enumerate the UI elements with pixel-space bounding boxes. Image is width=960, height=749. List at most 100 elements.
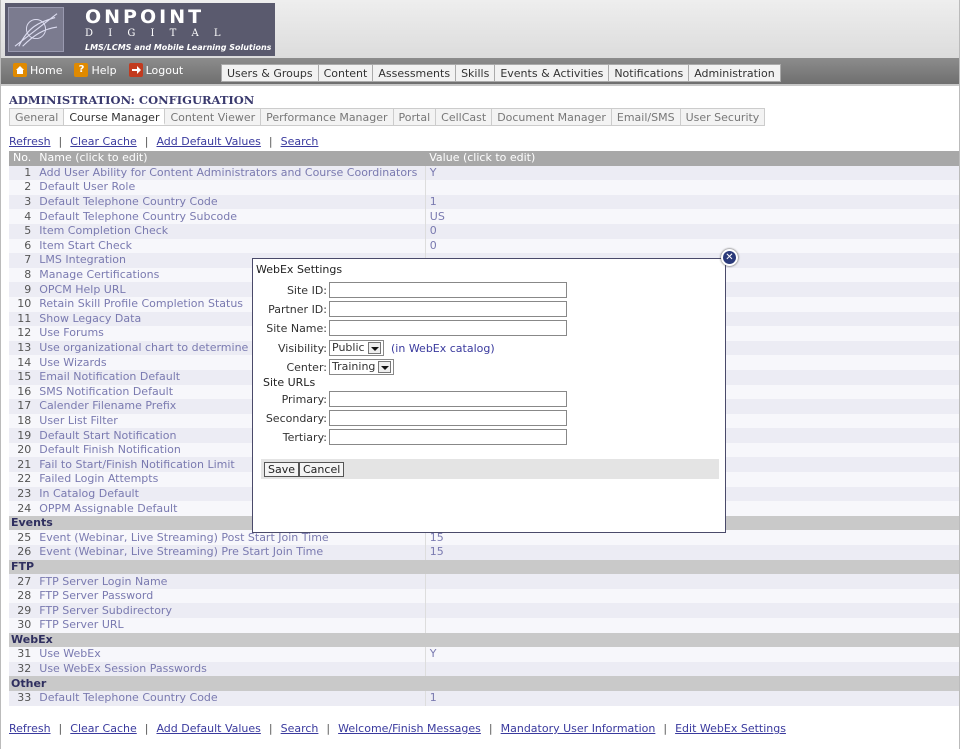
site-name-input[interactable] — [329, 320, 567, 336]
row-value-cell[interactable]: 0 — [425, 238, 959, 254]
nav-tab-content[interactable]: Content — [319, 65, 374, 81]
visibility-select[interactable]: Public — [329, 340, 384, 356]
header: ONPOINT D I G I T A L LMS/LCMS and Mobil… — [1, 0, 959, 58]
subtab-portal[interactable]: Portal — [394, 109, 437, 125]
row-name-cell[interactable]: FTP Server Subdirectory — [35, 603, 426, 618]
nav-tab-assessments[interactable]: Assessments — [373, 65, 457, 81]
nav-tab-notifications[interactable]: Notifications — [609, 65, 690, 81]
row-number: 10 — [9, 296, 36, 312]
mandatory-user-information-link[interactable]: Mandatory User Information — [501, 722, 656, 735]
row-name-cell[interactable]: FTP Server URL — [35, 618, 426, 633]
table-row: 32 Use WebEx Session Passwords — [9, 661, 959, 677]
header-name[interactable]: Name (click to edit) — [35, 151, 426, 166]
search-link[interactable]: Search — [281, 722, 319, 735]
row-value-cell[interactable]: US — [425, 209, 959, 224]
row-number: 13 — [9, 340, 36, 356]
row-value-cell[interactable] — [425, 574, 959, 589]
subtab-document-manager[interactable]: Document Manager — [492, 109, 612, 125]
tertiary-url-input[interactable] — [329, 429, 567, 445]
nav-tab-events-activities[interactable]: Events & Activities — [495, 65, 610, 81]
primary-url-input[interactable] — [329, 391, 567, 407]
row-number: 12 — [9, 326, 36, 341]
row-value-cell[interactable] — [425, 180, 959, 195]
row-name-cell[interactable]: Add User Ability for Content Administrat… — [35, 165, 426, 181]
row-value-cell[interactable] — [425, 661, 959, 677]
row-value-cell[interactable]: 15 — [425, 545, 959, 560]
row-number: 1 — [9, 165, 36, 181]
row-name-cell[interactable]: Default Telephone Country Code — [35, 690, 426, 706]
row-number: 19 — [9, 428, 36, 443]
site-urls-heading: Site URLs — [263, 376, 316, 389]
search-link[interactable]: Search — [281, 135, 319, 148]
row-name-cell[interactable]: Item Start Check — [35, 238, 426, 254]
row-value-cell[interactable]: 0 — [425, 223, 959, 239]
row-value-cell[interactable] — [425, 588, 959, 604]
add-default-values-link[interactable]: Add Default Values — [156, 135, 260, 148]
table-row: 28 FTP Server Password — [9, 588, 959, 604]
subtab-cellcast[interactable]: CellCast — [436, 109, 493, 125]
row-value-cell[interactable] — [425, 618, 959, 633]
row-name-cell[interactable]: FTP Server Login Name — [35, 574, 426, 589]
table-header-row: No. Name (click to edit) Value (click to… — [9, 151, 959, 166]
row-name-cell[interactable]: FTP Server Password — [35, 588, 426, 604]
center-select[interactable]: Training — [329, 359, 395, 375]
logout-link[interactable]: Logout — [125, 63, 188, 77]
help-link[interactable]: ? Help — [70, 63, 120, 77]
nav-tab-users-groups[interactable]: Users & Groups — [222, 65, 319, 81]
row-number: 9 — [9, 282, 36, 297]
logo-graphic — [14, 13, 58, 47]
row-number: 11 — [9, 311, 36, 327]
save-button[interactable]: Save — [264, 462, 300, 477]
config-subtabs: General Course Manager Content Viewer Pe… — [9, 108, 766, 126]
subtab-performance-manager[interactable]: Performance Manager — [261, 109, 394, 125]
chevron-down-icon[interactable] — [367, 342, 381, 354]
add-default-values-link[interactable]: Add Default Values — [156, 722, 260, 735]
subtab-email-sms[interactable]: Email/SMS — [612, 109, 681, 125]
row-value-cell[interactable]: 1 — [425, 690, 959, 706]
visibility-hint: (in WebEx catalog) — [391, 342, 495, 355]
row-name-cell[interactable]: Default Telephone Country Code — [35, 194, 426, 210]
row-value-cell[interactable]: Y — [425, 165, 959, 181]
row-name-cell[interactable]: Use WebEx Session Passwords — [35, 661, 426, 677]
close-icon[interactable]: ✕ — [721, 249, 738, 266]
subtab-content-viewer[interactable]: Content Viewer — [165, 109, 262, 125]
row-name-cell[interactable]: Default Telephone Country Subcode — [35, 209, 426, 224]
nav-tab-administration[interactable]: Administration — [689, 65, 780, 81]
row-name-cell[interactable]: Event (Webinar, Live Streaming) Pre Star… — [35, 545, 426, 560]
site-id-input[interactable] — [329, 282, 567, 298]
row-value-cell[interactable] — [425, 603, 959, 618]
cancel-button[interactable]: Cancel — [299, 462, 345, 477]
row-name-cell[interactable]: Use WebEx — [35, 647, 426, 662]
brand-tagline: LMS/LCMS and Mobile Learning Solutions — [85, 43, 272, 52]
row-number: 3 — [9, 194, 36, 210]
subtab-course-manager[interactable]: Course Manager — [64, 109, 166, 125]
row-name-cell[interactable]: Item Completion Check — [35, 223, 426, 239]
row-value-cell[interactable]: 1 — [425, 194, 959, 210]
welcome-finish-messages-link[interactable]: Welcome/Finish Messages — [338, 722, 481, 735]
row-number: 27 — [9, 574, 36, 589]
header-value[interactable]: Value (click to edit) — [425, 151, 959, 166]
clear-cache-link[interactable]: Clear Cache — [70, 135, 136, 148]
subtab-general[interactable]: General — [10, 109, 65, 125]
partner-id-row: Partner ID: — [253, 301, 727, 319]
subtab-user-security[interactable]: User Security — [681, 109, 765, 125]
partner-id-input[interactable] — [329, 301, 567, 317]
edit-webex-settings-link[interactable]: Edit WebEx Settings — [675, 722, 786, 735]
bottom-action-links: Refresh | Clear Cache | Add Default Values… — [9, 722, 786, 735]
home-link[interactable]: Home — [9, 63, 66, 77]
section-header-row: WebEx — [9, 632, 959, 648]
section-title: FTP — [9, 559, 959, 575]
row-number: 16 — [9, 384, 36, 400]
refresh-link[interactable]: Refresh — [9, 722, 51, 735]
nav-tab-skills[interactable]: Skills — [456, 65, 496, 81]
chevron-down-icon[interactable] — [378, 361, 392, 373]
clear-cache-link[interactable]: Clear Cache — [70, 722, 136, 735]
row-value-cell[interactable]: Y — [425, 647, 959, 662]
table-row: 2 Default User Role — [9, 180, 959, 195]
secondary-url-input[interactable] — [329, 410, 567, 426]
separator: | — [326, 722, 331, 735]
row-number: 8 — [9, 267, 36, 283]
row-name-cell[interactable]: Default User Role — [35, 180, 426, 195]
header-no: No. — [9, 151, 36, 166]
refresh-link[interactable]: Refresh — [9, 135, 51, 148]
